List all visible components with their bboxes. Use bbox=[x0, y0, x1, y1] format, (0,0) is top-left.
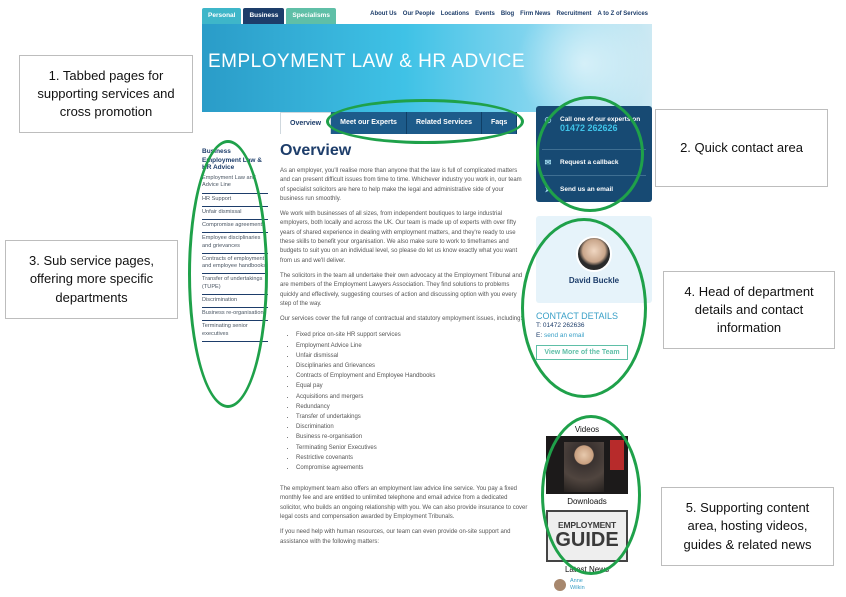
news-author-avatar bbox=[554, 578, 566, 591]
list-item: Unfair dismissal bbox=[296, 351, 528, 361]
paragraph-3: The solicitors in the team all undertake… bbox=[280, 272, 523, 307]
paragraph-5: The employment team also offers an emplo… bbox=[280, 486, 528, 520]
callout-2: 2. Quick contact area bbox=[655, 109, 828, 187]
news-author-line2: Wilkin bbox=[570, 584, 585, 591]
nav-recruitment[interactable]: Recruitment bbox=[557, 11, 592, 17]
list-item: Redundancy bbox=[296, 402, 528, 412]
list-item: Equal pay bbox=[296, 381, 528, 391]
paragraph-6: If you need help with human resources, o… bbox=[280, 529, 511, 545]
main-content: Overview As an employer, you'll realise … bbox=[280, 142, 528, 553]
list-item: Restrictive covenants bbox=[296, 453, 528, 463]
highlight-ellipse-sidebar bbox=[188, 140, 268, 408]
segment-tabs: Personal Business Specialisms bbox=[202, 8, 336, 24]
tab-specialisms[interactable]: Specialisms bbox=[286, 8, 336, 24]
callout-4: 4. Head of department details and contac… bbox=[663, 271, 835, 349]
news-author: Anne Wilkin bbox=[570, 578, 585, 591]
paragraph-2: We work with businesses of all sizes, fr… bbox=[280, 211, 518, 264]
callout-3: 3. Sub service pages, offering more spec… bbox=[5, 240, 178, 319]
news-item[interactable]: Anne Wilkin bbox=[554, 578, 628, 591]
tab-overview[interactable]: Overview bbox=[280, 112, 332, 134]
list-item: Compromise agreements bbox=[296, 463, 528, 473]
highlight-ellipse-media bbox=[541, 415, 641, 575]
page-title: Overview bbox=[280, 142, 352, 159]
intro-paragraph: As an employer, you'll realise more than… bbox=[280, 168, 522, 202]
nav-events[interactable]: Events bbox=[475, 11, 495, 17]
callout-1: 1. Tabbed pages for supporting services … bbox=[19, 55, 193, 133]
nav-locations[interactable]: Locations bbox=[441, 11, 469, 17]
top-navigation: About Us Our People Locations Events Blo… bbox=[370, 11, 648, 17]
list-item: Terminating Senior Executives bbox=[296, 443, 528, 453]
callout-5: 5. Supporting content area, hosting vide… bbox=[661, 487, 834, 566]
list-item: Employment Advice Line bbox=[296, 341, 528, 351]
list-item: Disciplinaries and Grievances bbox=[296, 361, 528, 371]
paragraph-4: Our services cover the full range of con… bbox=[280, 316, 523, 323]
list-item: Fixed price on-site HR support services bbox=[296, 330, 528, 340]
nav-about-us[interactable]: About Us bbox=[370, 11, 397, 17]
nav-our-people[interactable]: Our People bbox=[403, 11, 435, 17]
list-item: Acquisitions and mergers bbox=[296, 392, 528, 402]
services-list: Fixed price on-site HR support services … bbox=[296, 330, 528, 473]
tab-business[interactable]: Business bbox=[243, 8, 285, 24]
list-item: Contracts of Employment and Employee Han… bbox=[296, 371, 528, 381]
nav-firm-news[interactable]: Firm News bbox=[520, 11, 550, 17]
nav-blog[interactable]: Blog bbox=[501, 11, 514, 17]
hero-title: EMPLOYMENT LAW & HR ADVICE bbox=[208, 51, 526, 72]
highlight-ellipse-tabs bbox=[326, 99, 524, 144]
highlight-ellipse-team bbox=[521, 218, 647, 398]
tab-personal[interactable]: Personal bbox=[202, 8, 242, 24]
nav-a-to-z[interactable]: A to Z of Services bbox=[598, 11, 648, 17]
list-item: Transfer of undertakings bbox=[296, 412, 528, 422]
highlight-ellipse-quick-contact bbox=[536, 96, 644, 212]
list-item: Business re-organisation bbox=[296, 432, 528, 442]
news-author-line1: Anne bbox=[570, 578, 583, 584]
list-item: Discrimination bbox=[296, 422, 528, 432]
